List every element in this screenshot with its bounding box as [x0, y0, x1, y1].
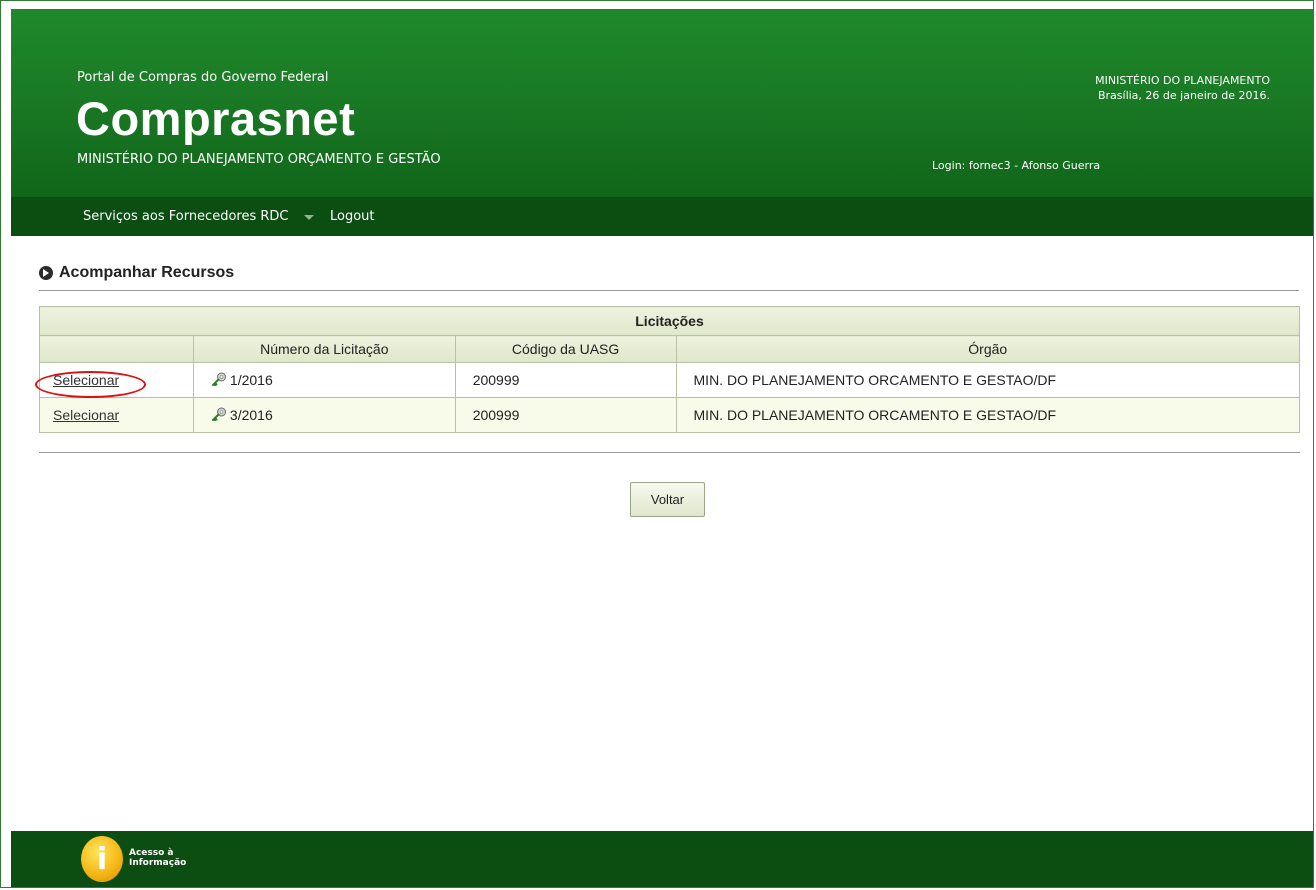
portal-title: Portal de Compras do Governo Federal — [77, 70, 329, 85]
site-footer: i Acesso à Informação — [11, 831, 1313, 887]
nav-logout[interactable]: Logout — [330, 209, 375, 224]
ministry-name: MINISTÉRIO DO PLANEJAMENTO ORÇAMENTO E G… — [77, 152, 441, 167]
table-row: Selecionar 3/2016 200999 MIN. DO PLANEJA… — [39, 397, 1301, 433]
ministry-short: MINISTÉRIO DO PLANEJAMENTO — [1095, 74, 1270, 87]
page-title: Acompanhar Recursos — [59, 264, 235, 281]
site-header: Portal de Compras do Governo Federal Com… — [11, 9, 1313, 197]
acesso-informacao-logo[interactable]: i — [81, 836, 123, 882]
uasg-cell: 200999 — [454, 397, 677, 433]
column-header-action — [39, 335, 194, 363]
numero-value: 3/2016 — [229, 407, 273, 423]
acesso-informacao-text[interactable]: Acesso à Informação — [129, 848, 187, 868]
table-row: Selecionar 1/2016 200999 MIN. DO PLANEJA… — [39, 362, 1301, 398]
numero-cell: 3/2016 — [192, 397, 456, 433]
action-cell: Selecionar — [39, 397, 194, 433]
uasg-cell: 200999 — [454, 362, 677, 398]
table-header-row: Número da Licitação Código da UASG Órgão — [39, 335, 1301, 363]
arrow-circle-icon — [39, 266, 53, 280]
column-header-orgao: Órgão — [675, 335, 1301, 363]
nav-servicos-rdc[interactable]: Serviços aos Fornecedores RDC — [83, 209, 289, 224]
current-date: Brasília, 26 de janeiro de 2016. — [1097, 89, 1270, 102]
brand-logo-text[interactable]: Comprasnet — [76, 91, 355, 146]
licitacoes-table: Licitações Número da Licitação Código da… — [39, 306, 1301, 433]
key-icon[interactable] — [211, 372, 227, 386]
acesso-line-2: Informação — [129, 858, 187, 868]
info-icon: i — [96, 842, 108, 877]
acesso-line-1: Acesso à — [129, 848, 174, 858]
table-caption: Licitações — [39, 306, 1300, 336]
voltar-button[interactable]: Voltar — [630, 482, 705, 517]
login-info: Login: fornec3 - Afonso Guerra — [932, 159, 1101, 172]
chevron-down-icon[interactable] — [304, 215, 314, 220]
column-header-numero: Número da Licitação — [192, 335, 456, 363]
page-frame: Portal de Compras do Governo Federal Com… — [0, 0, 1314, 888]
key-icon[interactable] — [211, 407, 227, 421]
highlight-annotation-circle — [35, 371, 146, 398]
numero-value: 1/2016 — [229, 372, 273, 388]
header-info: MINISTÉRIO DO PLANEJAMENTO Brasília, 26 … — [1095, 73, 1270, 103]
main-nav: Serviços aos Fornecedores RDC Logout — [11, 197, 1313, 236]
page-heading: Acompanhar Recursos — [39, 264, 1299, 291]
divider — [39, 452, 1300, 453]
numero-cell: 1/2016 — [192, 362, 456, 398]
orgao-cell: MIN. DO PLANEJAMENTO ORCAMENTO E GESTAO/… — [675, 362, 1301, 398]
selecionar-link[interactable]: Selecionar — [53, 407, 119, 423]
column-header-uasg: Código da UASG — [454, 335, 677, 363]
orgao-cell: MIN. DO PLANEJAMENTO ORCAMENTO E GESTAO/… — [675, 397, 1301, 433]
